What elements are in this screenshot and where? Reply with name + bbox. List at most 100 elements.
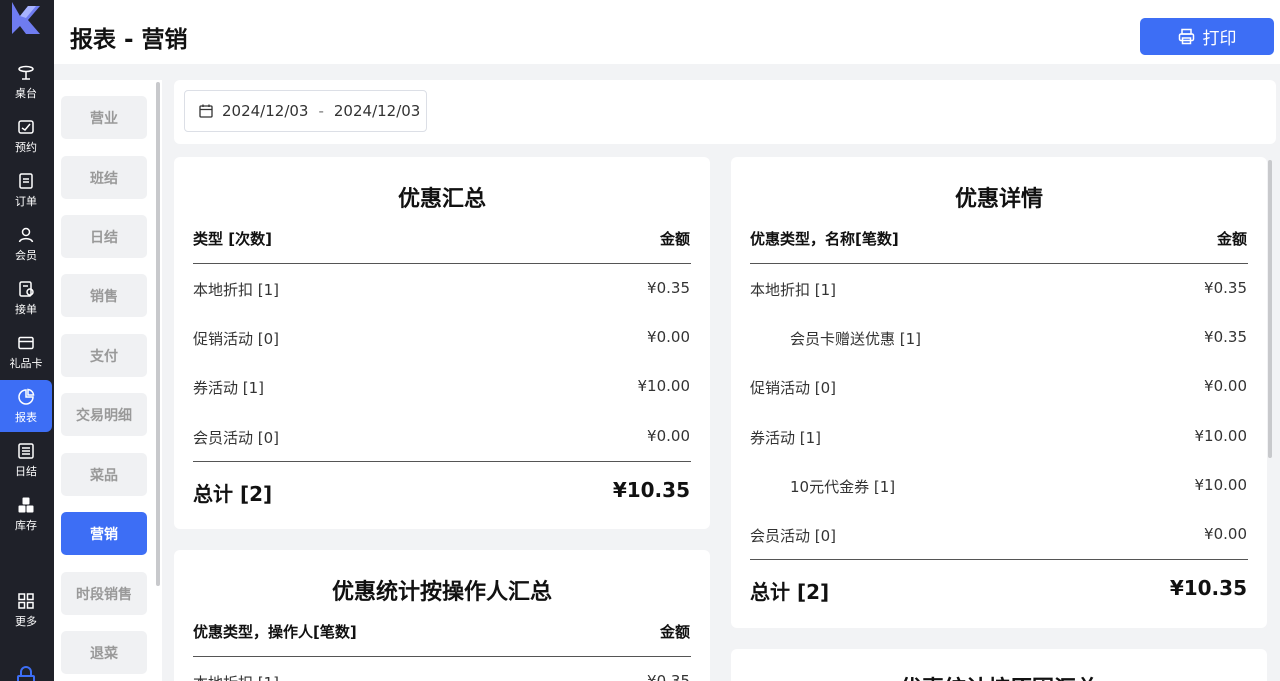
nav-item-inventory[interactable]: 库存: [0, 488, 52, 540]
row-value: ¥0.35: [647, 672, 690, 681]
column-header-type: 优惠类型，操作人[笔数]: [193, 623, 357, 641]
total-value: ¥10.35: [1169, 576, 1247, 600]
row-label: 促销活动 [0]: [750, 379, 837, 397]
submenu-item[interactable]: 营业: [61, 96, 147, 139]
discount-detail-card: 优惠详情 优惠类型，名称[笔数] 金额 本地折扣 [1] ¥0.35 会员卡赠送…: [731, 157, 1267, 628]
row-label: 本地折扣 [1]: [193, 281, 280, 299]
card-title: 优惠统计按操作人汇总: [331, 580, 552, 605]
receive-order-icon: [19, 280, 34, 297]
table-icon: [18, 65, 34, 80]
row-value: ¥10.00: [637, 377, 691, 395]
nav-item-reservation[interactable]: 预约: [0, 110, 52, 162]
submenu-item[interactable]: 退菜: [61, 631, 147, 674]
printer-icon: [1178, 28, 1194, 45]
nav-item-label: 会员: [15, 248, 37, 262]
header-divider: [750, 263, 1248, 264]
submenu-item[interactable]: 菜品: [61, 453, 147, 496]
row-label: 本地折扣 [1]: [193, 672, 279, 681]
total-divider: [193, 461, 691, 462]
header-divider: [193, 656, 691, 657]
nav-item-label: 订单: [15, 194, 37, 208]
submenu-item[interactable]: 支付: [61, 334, 147, 377]
nav-item-label: 库存: [15, 518, 37, 532]
grid-icon: [18, 592, 34, 609]
card-title: 优惠统计按原因汇总: [731, 671, 1267, 681]
row-value: ¥0.00: [1204, 377, 1247, 395]
row-value: ¥0.00: [647, 427, 690, 445]
nav-item-label: 桌台: [15, 86, 37, 100]
row-value: ¥0.35: [647, 279, 690, 297]
row-label: 券活动 [1]: [750, 429, 822, 447]
row-value: ¥10.00: [1194, 427, 1248, 445]
date-range-picker[interactable]: 2024/12/03 - 2024/12/03: [184, 90, 427, 132]
total-label: 总计 [2]: [750, 580, 830, 604]
content-scrollbar[interactable]: [1268, 160, 1272, 458]
report-submenu: 营业 班结 日结 销售 支付 交易明细 菜品 营销 时段销售 退菜: [54, 80, 162, 681]
card-title: 优惠详情: [954, 187, 1043, 212]
lock-icon[interactable]: [14, 666, 38, 681]
calendar-icon: [199, 104, 213, 118]
row-label: 会员活动 [0]: [193, 429, 280, 447]
discount-summary-card: 优惠汇总 类型 [次数] 金额 本地折扣 [1] ¥0.35 促销活动 [0] …: [174, 157, 710, 529]
nav-item-label: 报表: [15, 410, 37, 424]
card-icon: [18, 336, 34, 349]
page-header: 报表 - 营销 打印: [54, 0, 1280, 64]
nav-item-label: 日结: [15, 464, 37, 478]
nav-item-label: 更多: [15, 614, 37, 628]
date-end: 2024/12/03: [333, 102, 421, 120]
nav-item-label: 预约: [15, 140, 37, 154]
nav-item-reports[interactable]: 报表: [0, 380, 52, 432]
column-header-amount: 金额: [1216, 230, 1247, 248]
total-label: 总计 [2]: [193, 482, 273, 506]
nav-item-member[interactable]: 会员: [0, 218, 52, 270]
date-start: 2024/12/03: [222, 102, 309, 120]
submenu-item[interactable]: 班结: [61, 156, 147, 199]
user-icon: [18, 227, 34, 242]
total-value: ¥10.35: [612, 478, 690, 502]
date-filter-bar: 2024/12/03 - 2024/12/03: [174, 80, 1276, 144]
card-title: 优惠汇总: [397, 187, 486, 212]
total-divider: [750, 559, 1248, 560]
row-value: ¥0.00: [1204, 525, 1247, 543]
cubes-icon: [18, 497, 34, 512]
nav-item-table[interactable]: 桌台: [0, 56, 52, 108]
discount-by-reason-card: 优惠统计按原因汇总: [731, 649, 1267, 681]
discount-by-operator-card: 优惠统计按操作人汇总 优惠类型，操作人[笔数] 金额 本地折扣 [1] ¥0.3…: [174, 550, 710, 681]
left-nav: 桌台 预约 订单 会员 接单 礼品卡 报表 日结 库存 更多: [0, 0, 54, 681]
nav-item-receive-order[interactable]: 接单: [0, 272, 52, 324]
submenu-item[interactable]: 时段销售: [61, 572, 147, 615]
row-value: ¥0.35: [1204, 328, 1247, 346]
submenu-scrollbar[interactable]: [156, 82, 160, 586]
nav-item-label: 礼品卡: [9, 356, 43, 370]
row-label: 本地折扣 [1]: [750, 281, 837, 299]
submenu-item[interactable]: 销售: [61, 274, 147, 317]
nav-item-gift-card[interactable]: 礼品卡: [0, 326, 52, 378]
nav-item-label: 接单: [15, 302, 37, 316]
column-header-amount: 金额: [659, 230, 690, 248]
submenu-item[interactable]: 日结: [61, 215, 147, 258]
nav-item-orders[interactable]: 订单: [0, 164, 52, 216]
calendar-check-icon: [18, 119, 34, 134]
row-label: 促销活动 [0]: [193, 330, 280, 348]
print-button[interactable]: 打印: [1140, 18, 1274, 55]
nav-item-daily-close[interactable]: 日结: [0, 434, 52, 486]
header-divider: [193, 263, 691, 264]
column-header-amount: 金额: [659, 623, 690, 641]
column-header-type: 类型 [次数]: [193, 230, 272, 248]
print-button-label: 打印: [1202, 29, 1237, 49]
row-label: 券活动 [1]: [193, 379, 265, 397]
column-header-type: 优惠类型，名称[笔数]: [750, 230, 899, 248]
row-label-indented: 会员卡赠送优惠 [1]: [790, 330, 922, 348]
nav-item-more[interactable]: 更多: [0, 584, 52, 636]
row-label: 会员活动 [0]: [750, 527, 837, 545]
date-separator: -: [318, 102, 324, 120]
submenu-item-active[interactable]: 营销: [61, 512, 147, 555]
app-logo: [12, 2, 40, 34]
row-value: ¥10.00: [1194, 476, 1248, 494]
row-value: ¥0.00: [647, 328, 690, 346]
order-icon: [19, 172, 33, 189]
submenu-item[interactable]: 交易明细: [61, 393, 147, 436]
row-label-indented: 10元代金券 [1]: [790, 478, 896, 496]
pie-chart-icon: [18, 388, 35, 405]
list-icon: [18, 442, 34, 459]
